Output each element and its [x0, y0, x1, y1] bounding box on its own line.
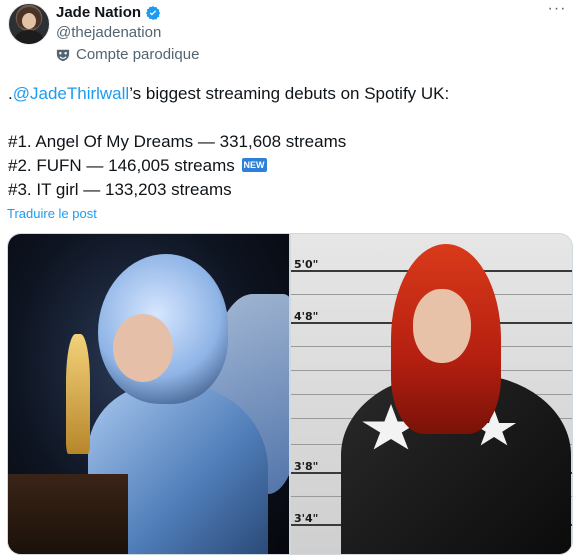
- photo-right-face: [413, 289, 471, 363]
- parody-label-row: Compte parodique: [56, 46, 199, 63]
- more-options-button[interactable]: ···: [545, 1, 569, 22]
- media-grid: 5'0" 4'8" 3'8" 3'4": [7, 233, 573, 555]
- tweet-item-3: #3. IT girl — 133,203 streams: [8, 180, 232, 199]
- photo-left-trophy: [66, 334, 90, 454]
- display-name[interactable]: Jade Nation: [56, 4, 141, 21]
- parody-mask-icon: [56, 49, 70, 61]
- height-mark-label: 3'4": [294, 512, 319, 525]
- avatar-body: [15, 30, 43, 44]
- author-handle[interactable]: @thejadenation: [56, 24, 161, 41]
- height-mark-label: 3'8": [294, 460, 319, 473]
- verified-badge-icon: [146, 5, 161, 20]
- tweet-item-2-text: #2. FUFN — 146,005 streams: [8, 156, 235, 175]
- new-badge-icon: NEW: [241, 158, 267, 172]
- parody-label: Compte parodique: [76, 46, 200, 63]
- height-mark-label: 4'8": [294, 310, 319, 323]
- photo-left[interactable]: [8, 234, 289, 554]
- tweet-text: .@JadeThirlwall’s biggest streaming debu…: [8, 82, 568, 202]
- height-mark-label: 5'0": [294, 258, 319, 271]
- tweet-item-2: #2. FUFN — 146,005 streams NEW: [8, 154, 568, 178]
- tweet-item-1: #1. Angel Of My Dreams — 331,608 streams: [8, 132, 347, 151]
- avatar[interactable]: [8, 3, 50, 45]
- photo-left-face: [113, 314, 173, 382]
- tweet-line-intro: .@JadeThirlwall’s biggest streaming debu…: [8, 82, 568, 106]
- avatar-face: [22, 13, 36, 29]
- photo-left-podium: [8, 474, 128, 554]
- photo-right[interactable]: 5'0" 4'8" 3'8" 3'4": [291, 234, 572, 554]
- mention-link[interactable]: @JadeThirlwall: [13, 84, 129, 103]
- tweet-intro-text: ’s biggest streaming debuts on Spotify U…: [129, 84, 450, 103]
- translate-post-link[interactable]: Traduire le post: [7, 206, 97, 221]
- author-name-row: Jade Nation: [56, 4, 161, 21]
